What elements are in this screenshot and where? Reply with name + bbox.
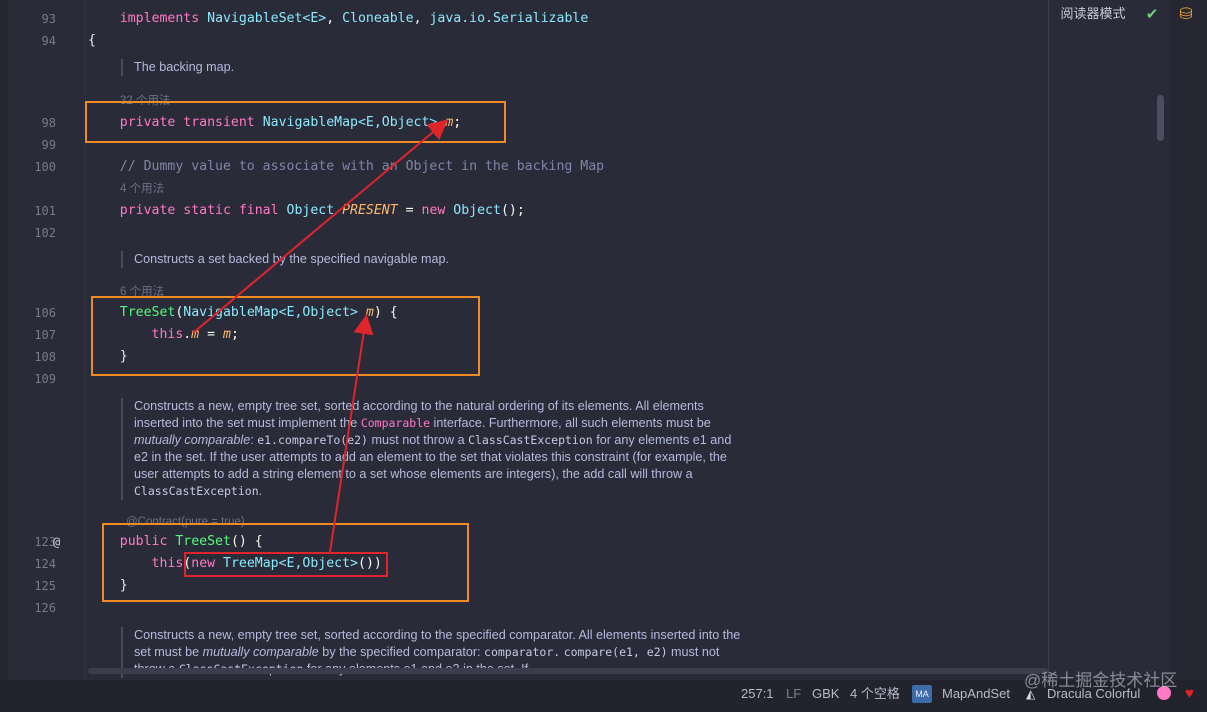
annotation-arrows [192, 119, 449, 553]
module-name[interactable]: MapAndSet [942, 680, 1010, 708]
indent-setting[interactable]: 4 个空格 [850, 680, 900, 708]
module-badge: MA [912, 685, 932, 703]
line-separator[interactable]: LF [786, 680, 801, 708]
heart-icon[interactable]: ♥ [1185, 680, 1194, 708]
cursor-position[interactable]: 257:1 [741, 680, 774, 708]
arrow-to-constructor [329, 314, 374, 553]
watermark: @稀土掘金技术社区 [1024, 671, 1178, 690]
file-encoding[interactable]: GBK [812, 680, 839, 708]
code-editor[interactable]: 93 94 98 99 100 101 102 106 107 108 109 123 124 125 12… [0, 0, 1207, 680]
arrow-to-field [192, 119, 449, 334]
